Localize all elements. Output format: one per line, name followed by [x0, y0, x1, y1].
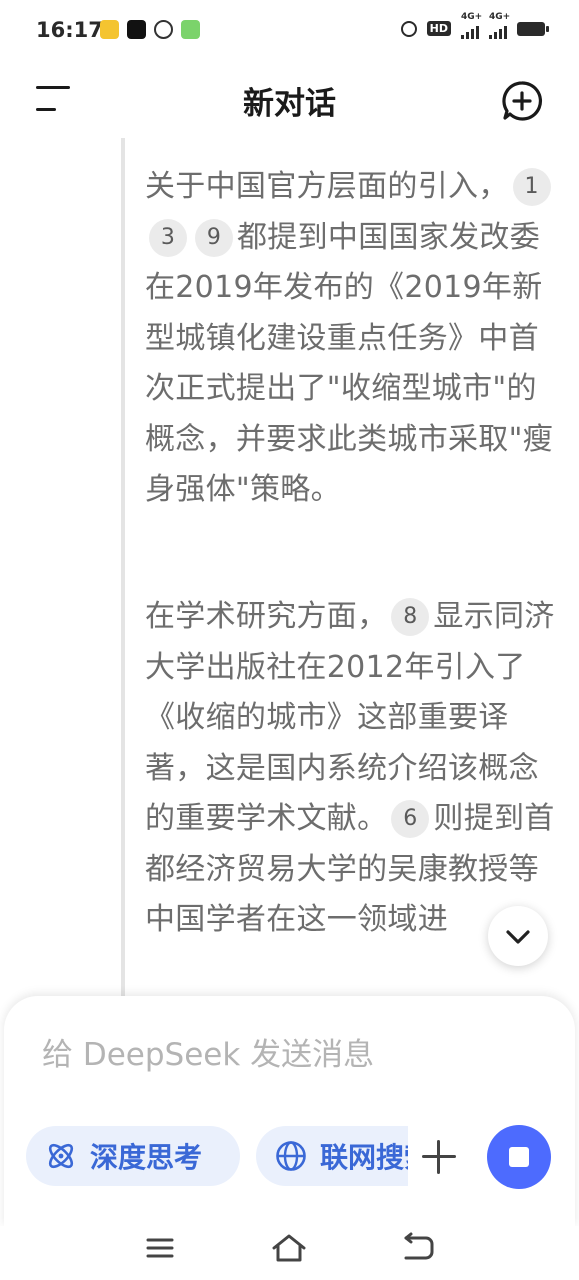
- back-button[interactable]: [398, 1232, 438, 1264]
- thinking-quote-bar: [121, 138, 125, 998]
- citation-badge[interactable]: 8: [391, 598, 430, 636]
- recent-apps-button[interactable]: [140, 1232, 180, 1264]
- signal-icon: 4G+: [489, 12, 510, 39]
- deep-think-label: 深度思考: [90, 1141, 203, 1174]
- paragraph-text: 都提到中国国家发改委在2019年发布的《2019年新型城镇化建设重点任务》中首次…: [145, 219, 553, 508]
- alarm-icon: [400, 20, 417, 37]
- attach-button[interactable]: [420, 1138, 458, 1176]
- hd-badge: HD: [426, 21, 451, 36]
- citation-badge[interactable]: 1: [512, 168, 551, 206]
- home-button[interactable]: [269, 1232, 309, 1264]
- signal-icon: 4G+: [461, 12, 482, 39]
- app-notification-icon: [100, 20, 119, 39]
- stop-icon: [509, 1147, 529, 1167]
- citation-badge[interactable]: 3: [149, 218, 187, 257]
- app-notification-icon: [181, 20, 200, 39]
- notification-icons: [100, 20, 200, 39]
- network-type: 4G+: [461, 12, 483, 22]
- paragraph-text: 在学术研究方面，: [145, 599, 388, 634]
- conversation-area[interactable]: 关于中国官方层面的引入， 1 3 9 都提到中国国家发改委在2019年发布的《2019年…: [0, 138, 579, 998]
- deep-think-toggle[interactable]: 深度思考: [26, 1126, 240, 1186]
- atom-icon: [48, 1143, 74, 1169]
- app-notification-icon: [127, 20, 146, 39]
- web-search-label: 联网搜索: [320, 1141, 408, 1174]
- home-icon: [272, 1234, 306, 1262]
- status-time: 16:17: [36, 18, 103, 42]
- paragraph-text: 关于中国官方层面的引入，: [145, 169, 509, 204]
- status-indicators: HD 4G+ 4G+: [400, 12, 549, 39]
- stop-generation-button[interactable]: [487, 1125, 551, 1189]
- app-notification-icon: [154, 20, 173, 39]
- scroll-to-bottom-button[interactable]: [488, 906, 548, 966]
- app-header: 新对话: [0, 62, 579, 138]
- system-navigation-bar: [0, 1226, 579, 1280]
- back-icon: [404, 1232, 434, 1260]
- recent-apps-icon: [146, 1238, 174, 1258]
- message-paragraph: 关于中国官方层面的引入， 1 3 9 都提到中国国家发改委在2019年发布的《2019年…: [145, 162, 555, 516]
- network-type: 4G+: [489, 12, 511, 22]
- status-bar: 16:17 HD 4G+ 4G+: [0, 0, 579, 62]
- citation-badge[interactable]: 9: [195, 218, 233, 257]
- message-input[interactable]: [40, 1032, 524, 1078]
- new-chat-button[interactable]: [501, 80, 543, 122]
- new-chat-icon: [502, 81, 542, 121]
- page-title: 新对话: [243, 86, 336, 122]
- message-paragraph: 在学术研究方面， 8 显示同济大学出版社在2012年引入了《收缩的城市》这部重要译著…: [145, 592, 555, 946]
- globe-icon: [276, 1141, 306, 1171]
- citation-badge[interactable]: 6: [391, 800, 430, 838]
- web-search-toggle[interactable]: 联网搜索: [256, 1126, 408, 1186]
- chevron-down-icon: [506, 930, 530, 944]
- battery-icon: [517, 21, 549, 36]
- message-composer: 深度思考 联网搜索: [4, 996, 575, 1226]
